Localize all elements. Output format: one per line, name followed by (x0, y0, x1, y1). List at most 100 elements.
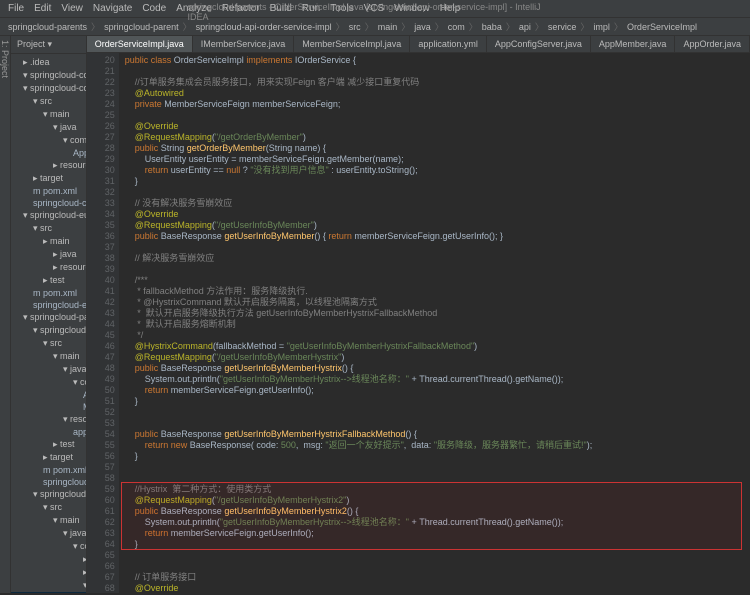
code-line[interactable] (125, 473, 744, 484)
tree-node[interactable]: ▸ .idea (11, 56, 86, 69)
code-line[interactable]: // 解决服务雪崩效应 (125, 253, 744, 264)
tree-node[interactable]: ▸ target (11, 172, 86, 185)
code-line[interactable]: @RequestMapping("/getUserInfoByMember") (125, 220, 744, 231)
tree-node[interactable]: AppMember (11, 389, 87, 401)
tree-node[interactable]: ▸ test (11, 274, 86, 287)
code-line[interactable]: } (125, 539, 744, 550)
tree-node[interactable]: application.yml (11, 426, 86, 438)
editor-tab[interactable]: MemberServiceImpl.java (294, 36, 410, 52)
code-line[interactable]: @Override (125, 209, 744, 220)
code-line[interactable]: return userEntity == null ? "没有找到用户信息" :… (125, 165, 744, 176)
code-line[interactable] (125, 462, 744, 473)
code-line[interactable]: @Autowired (125, 88, 744, 99)
code-line[interactable]: public BaseResponse getUserInfoByMemberH… (125, 363, 744, 374)
code-line[interactable]: return memberServiceFeign.getUserInfo(); (125, 385, 744, 396)
code-line[interactable]: * 默认开启服务降级执行方法 getUserInfoByMemberHystri… (125, 308, 744, 319)
tree-node[interactable]: ▾ java (11, 121, 86, 134)
tree-node[interactable]: ▸ feign (11, 566, 87, 579)
crumb-item[interactable]: service (548, 22, 577, 32)
code-line[interactable]: public class OrderServiceImpl implements… (125, 55, 744, 66)
crumb-item[interactable]: impl (593, 22, 610, 32)
code-line[interactable]: return memberServiceFeign.getUserInfo(); (125, 528, 744, 539)
code-line[interactable] (125, 66, 744, 77)
code-line[interactable]: @Override (125, 583, 744, 593)
tree-node[interactable]: ▾ springcloud-api-order-service-impl (11, 488, 86, 501)
tool-window-left[interactable]: 1: Project (0, 36, 11, 593)
tree-node[interactable]: ▾ src (11, 222, 86, 235)
tree-node[interactable]: ▾ com.baba.api.service.impl (11, 376, 86, 389)
code-line[interactable]: @RequestMapping("/getUserInfoByMemberHys… (125, 352, 744, 363)
editor-tab[interactable]: application.yml (410, 36, 487, 52)
tree-node[interactable]: ▸ resources (11, 261, 86, 274)
code-line[interactable]: // 没有解决服务雪崩效应 (125, 198, 744, 209)
code-line[interactable]: return new BaseResponse( code: 500, msg:… (125, 440, 744, 451)
tree-node[interactable]: AppConfigServer (11, 147, 86, 159)
code-line[interactable]: private MemberServiceFeign memberService… (125, 99, 744, 110)
code-line[interactable]: @HystrixCommand(fallbackMethod = "getUse… (125, 341, 744, 352)
editor-tab[interactable]: IMemberService.java (193, 36, 295, 52)
editor-source[interactable]: public class OrderServiceImpl implements… (119, 53, 750, 593)
editor-tab[interactable]: AppOrder.java (675, 36, 750, 52)
code-line[interactable]: * @HystrixCommand 默认开启服务隔离，以线程池隔离方式 (125, 297, 744, 308)
code-line[interactable]: public String getOrderByMember(String na… (125, 143, 744, 154)
tree-node[interactable]: ▾ springcloud-config-server (11, 82, 86, 95)
code-line[interactable]: } (125, 176, 744, 187)
menu-code[interactable]: Code (142, 3, 166, 14)
tree-node[interactable]: ▾ main (11, 350, 86, 363)
tree-node[interactable]: ▾ springcloud-parent (11, 311, 86, 324)
code-line[interactable] (125, 264, 744, 275)
code-line[interactable]: //订单服务集成会员服务接口，用来实现Feign 客户端 减少接口重复代码 (125, 77, 744, 88)
editor-tab[interactable]: AppMember.java (591, 36, 676, 52)
tree-node[interactable]: m pom.xml (11, 185, 86, 197)
tree-node[interactable]: ▾ src (11, 95, 86, 108)
code-line[interactable] (125, 418, 744, 429)
tree-node[interactable]: ▸ resources (11, 159, 86, 172)
tree-node[interactable]: ▸ fallback (11, 553, 87, 566)
code-line[interactable]: public BaseResponse getUserInfoByMemberH… (125, 506, 744, 517)
code-line[interactable] (125, 110, 744, 121)
code-line[interactable]: // 订单服务接口 (125, 572, 744, 583)
crumb-item[interactable]: OrderServiceImpl (627, 22, 697, 32)
code-line[interactable]: @RequestMapping("/getUserInfoByMemberHys… (125, 495, 744, 506)
tree-node[interactable]: springcloud-api-member-service-impl.iml (11, 476, 86, 488)
code-line[interactable]: //Hystrix 第二种方式：使用类方式 (125, 484, 744, 495)
tree-node[interactable]: ▾ main (11, 514, 86, 527)
code-line[interactable] (125, 187, 744, 198)
tree-node[interactable]: ▸ test (11, 438, 86, 451)
tree-node[interactable]: ▾ main (11, 108, 86, 121)
menu-edit[interactable]: Edit (34, 3, 51, 14)
crumb-item[interactable]: java (414, 22, 431, 32)
menu-navigate[interactable]: Navigate (93, 3, 132, 14)
code-line[interactable] (125, 242, 744, 253)
editor-tab[interactable]: OrderServiceImpl.java (87, 36, 193, 52)
tree-node[interactable]: ▾ resources (11, 413, 86, 426)
tree-node[interactable]: ▾ springcloud-eureka-server (11, 209, 86, 222)
editor-tab[interactable]: AppConfigServer.java (487, 36, 591, 52)
tree-node[interactable]: OrderServiceImpl (11, 592, 87, 593)
code-line[interactable]: * fallbackMethod 方法作用：服务降级执行. (125, 286, 744, 297)
code-line[interactable]: * 默认开启服务熔断机制 (125, 319, 744, 330)
tree-node[interactable]: m pom.xml (11, 464, 86, 476)
crumb-item[interactable]: springcloud-api-order-service-impl (196, 22, 332, 32)
code-line[interactable]: System.out.println("getUserInfoByMemberH… (125, 374, 744, 385)
code-line[interactable]: /*** (125, 275, 744, 286)
tree-node[interactable]: springcloud-eureka-server.iml (11, 299, 86, 311)
tree-node[interactable]: ▾ service.impl (11, 579, 87, 592)
tree-node[interactable]: ▾ src (11, 337, 86, 350)
tree-node[interactable]: MemberServiceImpl (11, 401, 87, 413)
tree-node[interactable]: ▾ src (11, 501, 86, 514)
crumb-item[interactable]: api (519, 22, 531, 32)
tree-node[interactable]: springcloud-config-server.iml (11, 197, 86, 209)
code-line[interactable]: @RequestMapping("/getOrderByMember") (125, 132, 744, 143)
tree-node[interactable]: ▾ com.baba.wlb (11, 134, 86, 147)
code-line[interactable] (125, 561, 744, 572)
code-line[interactable]: public BaseResponse getUserInfoByMember(… (125, 231, 744, 242)
project-header[interactable]: Project ▾ (11, 36, 86, 54)
tree-node[interactable]: ▾ com.baba.api (11, 540, 86, 553)
code-line[interactable] (125, 407, 744, 418)
code-line[interactable]: public BaseResponse getUserInfoByMemberH… (125, 429, 744, 440)
code-line[interactable]: */ (125, 330, 744, 341)
menu-file[interactable]: File (8, 3, 24, 14)
code-line[interactable]: UserEntity userEntity = memberServiceFei… (125, 154, 744, 165)
tree-node[interactable]: ▸ java (11, 248, 86, 261)
